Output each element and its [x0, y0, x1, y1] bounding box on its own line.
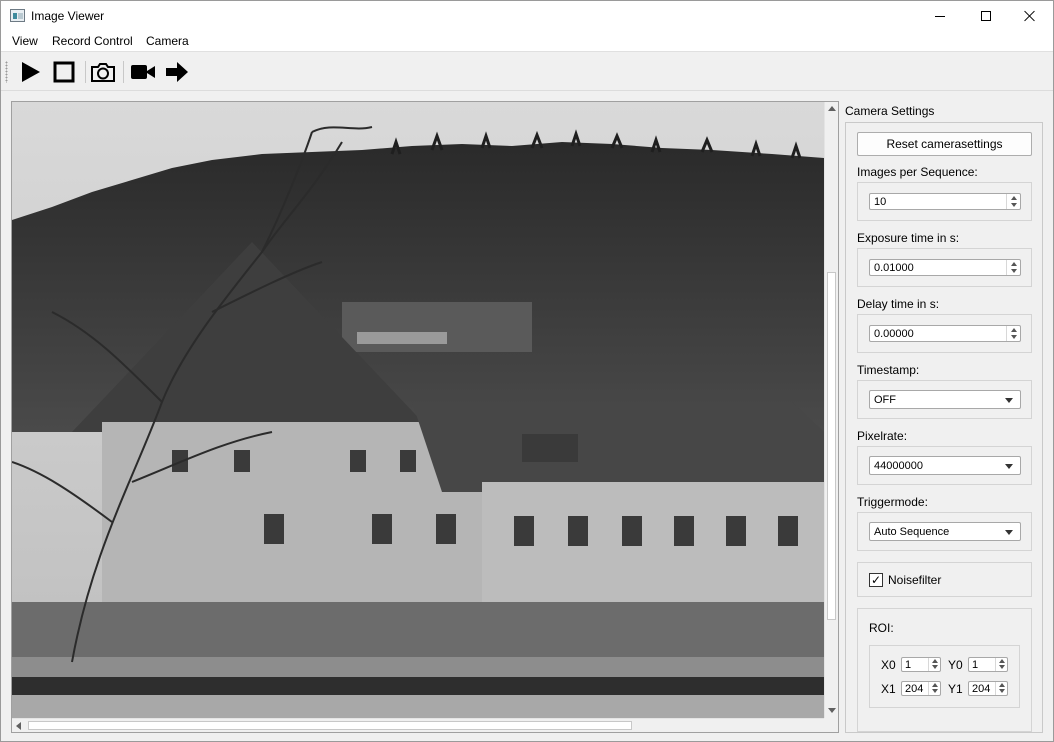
scroll-left-icon[interactable]	[16, 722, 21, 730]
spin-buttons[interactable]	[1006, 260, 1020, 275]
record-button[interactable]	[130, 59, 156, 85]
window-title: Image Viewer	[31, 9, 105, 23]
image-viewport[interactable]	[11, 101, 839, 733]
chevron-down-icon	[1005, 398, 1013, 403]
images-per-sequence-spinbox[interactable]: 10	[869, 193, 1021, 210]
toolbar-grip[interactable]	[5, 61, 8, 83]
spin-up-icon[interactable]	[999, 659, 1005, 663]
vertical-scroll-thumb[interactable]	[827, 272, 836, 620]
pixelrate-select[interactable]: 44000000	[869, 456, 1021, 475]
roi-y0-value: 1	[972, 659, 979, 671]
roi-fields	[869, 645, 1020, 708]
spin-up-icon[interactable]	[1011, 196, 1017, 200]
roi-x0-value: 1	[905, 659, 912, 671]
spin-up-icon[interactable]	[932, 659, 938, 663]
close-button[interactable]	[1007, 1, 1053, 31]
toolbar	[1, 53, 1053, 91]
horizontal-scroll-thumb[interactable]	[28, 721, 632, 730]
images-per-sequence-value: 10	[874, 196, 887, 208]
scroll-up-icon[interactable]	[828, 106, 836, 111]
noisefilter-checkbox[interactable]: ✓	[869, 573, 883, 587]
spin-down-icon[interactable]	[999, 689, 1005, 693]
spin-down-icon[interactable]	[932, 689, 938, 693]
spin-buttons[interactable]	[1006, 194, 1020, 209]
roi-y1-value: 204	[972, 683, 991, 695]
spin-up-icon[interactable]	[1011, 262, 1017, 266]
title-bar: Image Viewer	[1, 1, 1053, 31]
roi-x0-label: X0	[881, 658, 896, 672]
spin-up-icon[interactable]	[932, 683, 938, 687]
app-icon	[10, 9, 25, 22]
app-window: Image Viewer View Record Control Camera	[0, 0, 1054, 742]
delay-time-value: 0.00000	[874, 328, 914, 340]
triggermode-value: Auto Sequence	[874, 526, 950, 538]
camera-image[interactable]	[12, 102, 824, 718]
snapshot-button[interactable]	[90, 59, 116, 85]
toolbar-separator	[85, 61, 86, 83]
stop-icon	[53, 61, 75, 83]
maximize-button[interactable]	[963, 1, 1009, 31]
arrow-right-icon	[166, 62, 188, 82]
menu-camera[interactable]: Camera	[146, 34, 189, 48]
spin-buttons[interactable]	[995, 682, 1007, 695]
spin-up-icon[interactable]	[1011, 328, 1017, 332]
roi-label: ROI:	[869, 621, 894, 635]
timestamp-select[interactable]: OFF	[869, 390, 1021, 409]
timestamp-value: OFF	[874, 394, 896, 406]
pixelrate-label: Pixelrate:	[857, 429, 908, 443]
next-button[interactable]	[164, 59, 190, 85]
play-icon	[22, 62, 40, 82]
roi-x0-spinbox[interactable]: 1	[901, 657, 941, 672]
roi-y1-label: Y1	[948, 682, 963, 696]
exposure-time-label: Exposure time in s:	[857, 231, 960, 245]
video-camera-icon	[131, 65, 155, 79]
maximize-icon	[981, 11, 991, 21]
camera-settings-title: Camera Settings	[845, 104, 935, 118]
stop-button[interactable]	[51, 59, 77, 85]
roi-y1-spinbox[interactable]: 204	[968, 681, 1008, 696]
spin-buttons[interactable]	[928, 658, 940, 671]
roi-y0-spinbox[interactable]: 1	[968, 657, 1008, 672]
reset-camerasettings-button[interactable]: Reset camerasettings	[857, 132, 1032, 156]
pixelrate-value: 44000000	[874, 460, 923, 472]
scroll-down-icon[interactable]	[828, 708, 836, 713]
roi-y0-label: Y0	[948, 658, 963, 672]
triggermode-label: Triggermode:	[857, 495, 928, 509]
toolbar-separator	[123, 61, 124, 83]
spin-buttons[interactable]	[928, 682, 940, 695]
noisefilter-group	[857, 562, 1032, 597]
spin-down-icon[interactable]	[999, 665, 1005, 669]
roi-x1-label: X1	[881, 682, 896, 696]
close-icon	[1024, 10, 1036, 22]
roi-x1-value: 204	[905, 683, 924, 695]
chevron-down-icon	[1005, 464, 1013, 469]
triggermode-select[interactable]: Auto Sequence	[869, 522, 1021, 541]
spin-buttons[interactable]	[1006, 326, 1020, 341]
images-per-sequence-label: Images per Sequence:	[857, 165, 978, 179]
delay-time-label: Delay time in s:	[857, 297, 940, 311]
spin-down-icon[interactable]	[1011, 269, 1017, 273]
menu-record-control[interactable]: Record Control	[52, 34, 133, 48]
exposure-time-value: 0.01000	[874, 262, 914, 274]
play-button[interactable]	[17, 59, 43, 85]
vertical-scrollbar[interactable]	[824, 102, 838, 718]
chevron-down-icon	[1005, 530, 1013, 535]
timestamp-label: Timestamp:	[857, 363, 920, 377]
menu-bar: View Record Control Camera	[1, 31, 1053, 52]
spin-down-icon[interactable]	[932, 665, 938, 669]
camera-icon	[91, 63, 115, 82]
delay-time-spinbox[interactable]: 0.00000	[869, 325, 1021, 342]
exposure-time-spinbox[interactable]: 0.01000	[869, 259, 1021, 276]
minimize-button[interactable]	[917, 1, 963, 31]
roi-x1-spinbox[interactable]: 204	[901, 681, 941, 696]
camera-image-picture	[12, 102, 824, 718]
noisefilter-label[interactable]: Noisefilter	[888, 573, 941, 587]
horizontal-scrollbar[interactable]	[12, 718, 824, 732]
spin-up-icon[interactable]	[999, 683, 1005, 687]
minimize-icon	[935, 15, 945, 17]
menu-view[interactable]: View	[12, 34, 38, 48]
spin-down-icon[interactable]	[1011, 335, 1017, 339]
spin-down-icon[interactable]	[1011, 203, 1017, 207]
spin-buttons[interactable]	[995, 658, 1007, 671]
